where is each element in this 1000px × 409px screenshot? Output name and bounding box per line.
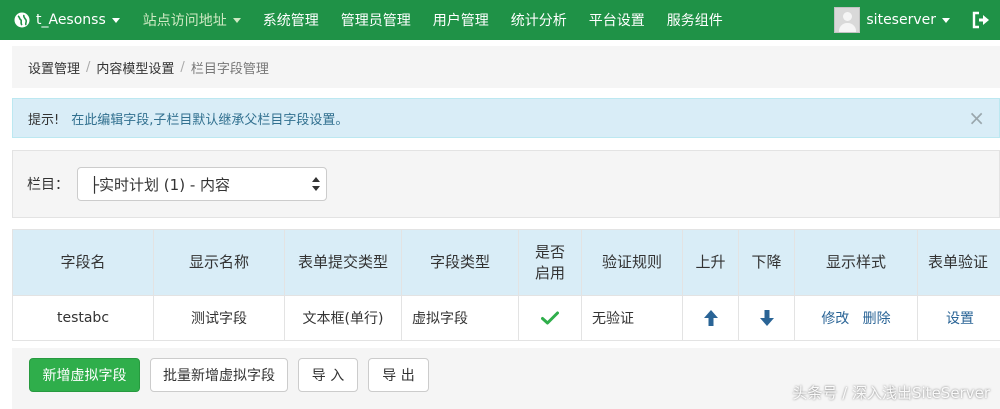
- cell-enabled: [518, 295, 582, 341]
- cell-display-style: 修改 删除: [794, 295, 918, 341]
- site-name: t_Aesonss: [36, 12, 106, 28]
- checkmark-icon: [541, 311, 559, 325]
- channel-select[interactable]: ├实时计划 (1) - 内容: [77, 167, 327, 201]
- cell-validation: 无验证: [581, 295, 683, 341]
- breadcrumb: 设置管理 / 内容模型设置 / 栏目字段管理: [12, 46, 1000, 88]
- logout-icon[interactable]: [972, 10, 990, 30]
- cell-display-name: 测试字段: [153, 295, 285, 341]
- header-field-type: 字段类型: [401, 229, 519, 296]
- field-table: 字段名 显示名称 表单提交类型 字段类型 是否启用 验证规则 上升 下降 显示样…: [12, 229, 1000, 341]
- header-move-down: 下降: [738, 229, 795, 296]
- cell-field-type: 虚拟字段: [401, 295, 519, 341]
- watermark: 头条号 / 深入浅出SiteServer: [792, 384, 990, 402]
- import-button[interactable]: 导 入: [298, 358, 358, 392]
- chevron-down-icon: [111, 17, 120, 23]
- nav-system-management[interactable]: 系统管理: [252, 0, 330, 40]
- breadcrumb-current: 栏目字段管理: [190, 61, 269, 77]
- top-navbar: t_Aesonss 站点访问地址 系统管理 管理员管理 用户管理 统计分析 平台…: [0, 0, 1000, 40]
- arrow-down-icon[interactable]: [759, 309, 775, 327]
- header-display-name: 显示名称: [153, 229, 285, 296]
- user-menu[interactable]: siteserver: [834, 0, 950, 40]
- edit-style-link[interactable]: 修改: [821, 311, 849, 327]
- chevron-down-icon: [942, 17, 950, 23]
- header-form-validation: 表单验证: [917, 229, 1000, 296]
- export-button[interactable]: 导 出: [368, 358, 429, 392]
- cell-field-name: testabc: [12, 295, 154, 341]
- site-switcher[interactable]: t_Aesonss: [0, 0, 132, 40]
- nav-service-components[interactable]: 服务组件: [656, 0, 734, 40]
- channel-selected-value: ├实时计划 (1) - 内容: [90, 175, 230, 194]
- cell-submit-type: 文本框(单行): [284, 295, 402, 341]
- cell-move-up: [682, 295, 739, 341]
- avatar: [834, 7, 861, 33]
- globe-icon: [14, 12, 30, 28]
- chevron-down-icon: [232, 17, 241, 23]
- header-enabled: 是否启用: [518, 229, 582, 296]
- table-row: testabc 测试字段 文本框(单行) 虚拟字段 无验证 修改 删除 设置: [12, 295, 1000, 341]
- alert-message: 在此编辑字段,子栏目默认继承父栏目字段设置。: [71, 112, 349, 128]
- table-header-row: 字段名 显示名称 表单提交类型 字段类型 是否启用 验证规则 上升 下降 显示样…: [12, 229, 1000, 296]
- channel-filter: 栏目： ├实时计划 (1) - 内容: [12, 150, 1000, 218]
- channel-label: 栏目：: [27, 177, 69, 193]
- nav-user-management[interactable]: 用户管理: [422, 0, 500, 40]
- breadcrumb-separator: /: [86, 59, 91, 75]
- nav-admin-management[interactable]: 管理员管理: [330, 0, 422, 40]
- arrow-up-icon[interactable]: [703, 309, 719, 327]
- header-display-style: 显示样式: [794, 229, 918, 296]
- cell-move-down: [738, 295, 795, 341]
- batch-add-virtual-field-button[interactable]: 批量新增虚拟字段: [150, 358, 288, 392]
- cell-form-validation: 设置: [917, 295, 1000, 341]
- select-arrows-icon: [312, 176, 320, 192]
- breadcrumb-content-model[interactable]: 内容模型设置: [96, 58, 174, 77]
- breadcrumb-settings[interactable]: 设置管理: [28, 58, 80, 77]
- form-validation-settings-link[interactable]: 设置: [946, 311, 974, 327]
- delete-style-link[interactable]: 删除: [863, 311, 891, 327]
- nav-statistics[interactable]: 统计分析: [500, 0, 578, 40]
- breadcrumb-separator: /: [180, 59, 185, 75]
- alert-lead: 提示!: [28, 112, 60, 128]
- info-alert: 提示! 在此编辑字段,子栏目默认继承父栏目字段设置。 ×: [12, 98, 1000, 138]
- nav-platform-settings[interactable]: 平台设置: [578, 0, 656, 40]
- username: siteserver: [866, 12, 936, 28]
- nav-site-url-label: 站点访问地址: [142, 13, 227, 29]
- header-move-up: 上升: [682, 229, 739, 296]
- header-submit-type: 表单提交类型: [284, 229, 402, 296]
- header-field-name: 字段名: [12, 229, 154, 296]
- close-icon[interactable]: ×: [968, 108, 985, 128]
- header-validation: 验证规则: [581, 229, 683, 296]
- nav-site-url[interactable]: 站点访问地址: [132, 0, 252, 40]
- add-virtual-field-button[interactable]: 新增虚拟字段: [29, 358, 140, 392]
